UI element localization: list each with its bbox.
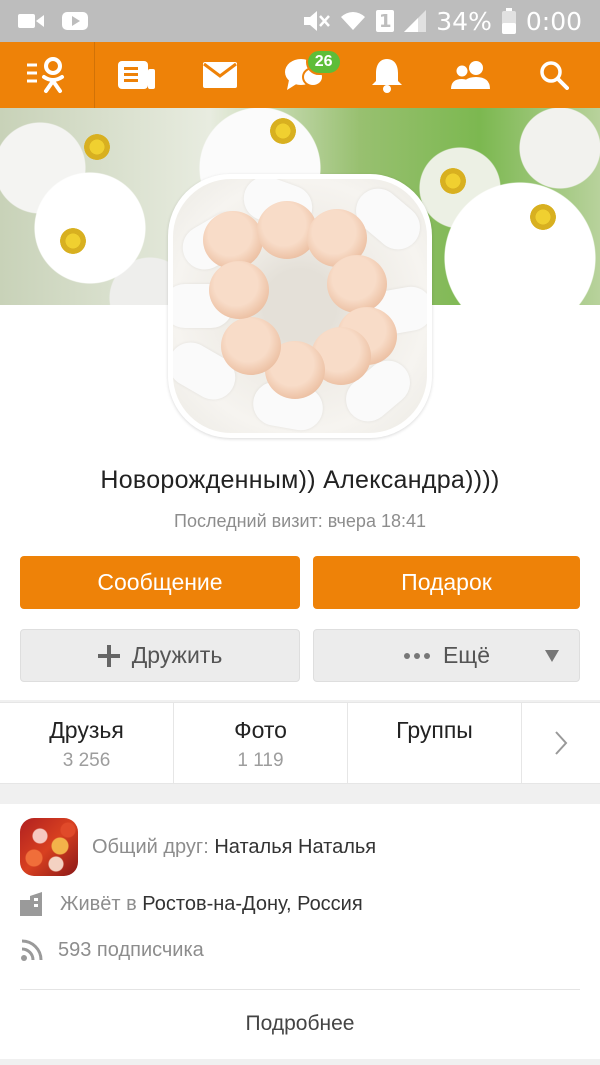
stat-photos-count: 1 119	[237, 750, 284, 771]
more-label: Ещё	[442, 642, 491, 668]
mail-icon[interactable]	[190, 45, 250, 105]
friends-icon[interactable]	[441, 45, 501, 105]
mutual-friend-row[interactable]: Общий друг: Наталья Наталья	[20, 818, 376, 876]
mute-icon	[302, 9, 331, 33]
sim-icon: 1	[376, 10, 395, 32]
add-friend-button[interactable]: Дружить	[20, 629, 300, 682]
ellipsis-icon	[403, 652, 431, 660]
youtube-notification-icon	[62, 12, 88, 30]
message-button[interactable]: Сообщение	[20, 556, 300, 609]
chevron-right-icon	[555, 731, 568, 755]
feed-icon[interactable]	[107, 45, 167, 105]
stat-friends[interactable]: Друзья 3 256	[0, 703, 174, 783]
profile-stats: Друзья 3 256 Фото 1 119 Группы	[0, 702, 600, 784]
battery-percent: 34%	[436, 6, 492, 36]
odnoklassniki-logo[interactable]	[0, 42, 95, 108]
status-bar: 1 34% 0:00	[0, 0, 600, 42]
stat-photos[interactable]: Фото 1 119	[174, 703, 348, 783]
mutual-friend-name[interactable]: Наталья Наталья	[214, 836, 376, 858]
battery-icon	[501, 8, 516, 34]
add-friend-label: Дружить	[131, 642, 223, 668]
profile-avatar[interactable]	[168, 174, 432, 438]
dropdown-triangle-icon	[545, 650, 559, 662]
divider	[20, 989, 580, 990]
discussions-badge: 26	[305, 49, 342, 75]
clock: 0:00	[525, 6, 582, 36]
stat-friends-label: Друзья	[49, 717, 124, 743]
profile-info-card: Общий друг: Наталья Наталья Живёт в Рост…	[0, 804, 600, 1059]
subscribers-count: 593 подписчика	[58, 938, 204, 961]
subscribers-row[interactable]: 593 подписчика	[20, 938, 204, 962]
gift-button[interactable]: Подарок	[313, 556, 580, 609]
details-link[interactable]: Подробнее	[0, 1012, 600, 1036]
stat-groups-label: Группы	[396, 717, 473, 743]
message-button-label: Сообщение	[97, 569, 223, 595]
discussions-icon[interactable]: 26	[274, 45, 342, 105]
gift-button-label: Подарок	[401, 569, 492, 595]
building-icon	[20, 892, 46, 916]
notifications-icon[interactable]	[357, 45, 417, 105]
more-button[interactable]: Ещё	[313, 629, 580, 682]
signal-icon	[404, 10, 427, 32]
stats-next-arrow[interactable]	[522, 703, 600, 783]
rss-icon	[20, 938, 44, 962]
stat-friends-count: 3 256	[62, 750, 111, 771]
stat-groups[interactable]: Группы	[348, 703, 522, 783]
last-visit: Последний визит: вчера 18:41	[174, 511, 426, 531]
video-notification-icon	[18, 12, 44, 30]
mutual-friend-prefix: Общий друг:	[92, 835, 209, 858]
location-prefix: Живёт в	[60, 892, 137, 915]
wifi-icon	[340, 10, 366, 32]
search-icon[interactable]	[524, 45, 584, 105]
profile-name: Новорожденным)) Александра))))	[100, 466, 500, 494]
bottom-strip	[0, 1059, 600, 1065]
plus-icon	[97, 644, 120, 667]
avatar-photo	[173, 179, 427, 433]
stat-photos-label: Фото	[234, 717, 287, 743]
mutual-friend-avatar	[20, 818, 78, 876]
location-city: Ростов-на-Дону, Россия	[142, 892, 363, 915]
top-navigation: 26	[0, 42, 600, 108]
location-row: Живёт в Ростов-на-Дону, Россия	[20, 892, 363, 916]
